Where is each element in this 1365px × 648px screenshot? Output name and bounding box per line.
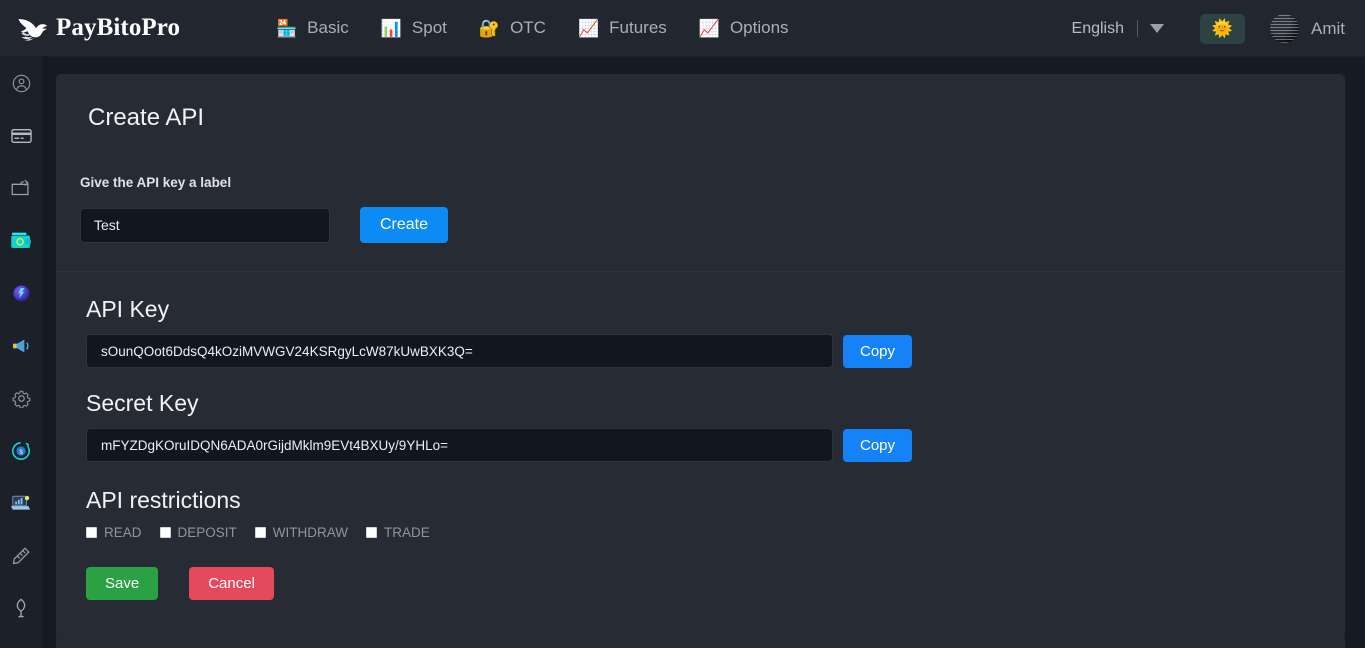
- sidebar-item-profile[interactable]: [0, 57, 42, 110]
- save-button[interactable]: Save: [86, 567, 159, 600]
- checkbox-label-deposit: DEPOSIT: [177, 525, 237, 540]
- nav-label-otc: OTC: [510, 18, 546, 37]
- api-key-input[interactable]: [86, 334, 833, 368]
- secret-key-title: Secret Key: [86, 390, 199, 416]
- sidebar-item-cards[interactable]: [0, 110, 42, 163]
- chevron-down-icon[interactable]: [1150, 24, 1164, 33]
- language-label: English: [1071, 19, 1124, 37]
- checkbox-label-withdraw: WITHDRAW: [272, 525, 349, 540]
- credit-card-icon: [10, 128, 32, 143]
- otc-lock-icon: 🔐: [478, 18, 501, 38]
- share-folder-icon: [11, 180, 29, 196]
- pencil-ruler-icon: [12, 547, 30, 565]
- nav-item-spot[interactable]: 📊 Spot: [381, 18, 447, 38]
- app-header: PayBitoPro 🏪 Basic 📊 Spot 🔐 OTC 📈 Future…: [0, 0, 1365, 57]
- sidebar-item-transfer[interactable]: [0, 162, 42, 215]
- nav-label-futures: Futures: [609, 18, 667, 37]
- checkbox-box-withdraw[interactable]: [254, 527, 266, 538]
- nav-item-otc[interactable]: 🔐 OTC: [479, 18, 546, 38]
- brand-logo-link[interactable]: PayBitoPro: [17, 14, 192, 42]
- sidebar-item-settings[interactable]: [0, 372, 42, 425]
- secret-key-input[interactable]: [86, 428, 833, 462]
- form-actions: Save Cancel: [86, 567, 1345, 600]
- svg-text:$: $: [19, 449, 23, 456]
- nav-item-basic[interactable]: 🏪 Basic: [276, 18, 349, 38]
- sidebar-item-reports[interactable]: [0, 477, 42, 530]
- nav-label-spot: Spot: [411, 18, 447, 37]
- user-menu[interactable]: Amit: [1270, 14, 1345, 43]
- theme-toggle-button[interactable]: 🌞: [1200, 13, 1245, 44]
- sidebar-item-wallet[interactable]: [0, 215, 42, 268]
- api-label-field-label: Give the API key a label: [80, 175, 232, 190]
- checkbox-box-deposit[interactable]: [159, 527, 171, 538]
- sidebar-item-api[interactable]: [0, 530, 42, 583]
- api-restrictions-checkbox-group: READ DEPOSIT WITHDRAW TRADE: [86, 525, 1345, 540]
- market-basic-icon: 🏪: [276, 18, 298, 38]
- bird-logo-icon: [18, 19, 48, 41]
- candlestick-spot-icon: 📊: [380, 18, 402, 38]
- sun-icon: 🌞: [1211, 19, 1234, 38]
- sidebar-item-token[interactable]: [0, 267, 42, 320]
- left-sidebar: $: [0, 57, 42, 648]
- megaphone-icon: [12, 339, 28, 353]
- checkbox-read[interactable]: READ: [86, 525, 142, 540]
- nav-item-futures[interactable]: 📈 Futures: [578, 18, 667, 38]
- copy-secret-key-button[interactable]: Copy: [843, 428, 913, 462]
- checkbox-box-read[interactable]: [86, 527, 97, 538]
- api-label-field-row: Create: [80, 207, 1345, 243]
- user-circle-icon: [12, 74, 30, 92]
- coin-refresh-icon: $: [12, 441, 30, 460]
- create-button[interactable]: Create: [360, 207, 449, 243]
- lamp-idea-icon: [16, 598, 26, 618]
- primary-nav: 🏪 Basic 📊 Spot 🔐 OTC 📈 Futures 📈 Options: [276, 18, 821, 38]
- avatar: [1270, 14, 1299, 43]
- secret-key-row: Copy: [86, 428, 1345, 462]
- main-content: Create API Give the API key a label Crea…: [42, 57, 1365, 648]
- checkbox-label-trade: TRADE: [384, 525, 430, 540]
- nav-item-options[interactable]: 📈 Options: [699, 18, 789, 38]
- sidebar-item-insights[interactable]: [0, 582, 42, 635]
- card-header-section: Create API Give the API key a label Crea…: [56, 74, 1345, 272]
- api-restrictions-title: API restrictions: [86, 487, 241, 513]
- header-right-controls: English 🌞 Amit: [1072, 0, 1365, 57]
- gear-icon: [12, 390, 30, 408]
- card-body-section: API Key Copy Secret Key Copy API restric…: [56, 272, 1345, 638]
- nav-label-basic: Basic: [307, 18, 349, 37]
- purple-orb-icon: [13, 285, 29, 302]
- brand-name: PayBitoPro: [56, 14, 181, 41]
- api-key-row: Copy: [86, 334, 1345, 368]
- page-title: Create API: [88, 104, 205, 131]
- api-key-title: API Key: [86, 296, 170, 322]
- divider: [1137, 20, 1138, 37]
- checkbox-box-trade[interactable]: [366, 527, 378, 538]
- copy-api-key-button[interactable]: Copy: [843, 334, 913, 368]
- sidebar-item-staking[interactable]: $: [0, 425, 42, 478]
- checkbox-label-read: READ: [104, 525, 142, 540]
- laptop-chart-icon: [10, 495, 31, 510]
- options-chart-icon: 📈: [698, 18, 720, 38]
- cancel-button[interactable]: Cancel: [189, 567, 274, 600]
- futures-chart-icon: 📈: [577, 18, 600, 38]
- create-api-card: Create API Give the API key a label Crea…: [56, 74, 1345, 638]
- checkbox-withdraw[interactable]: WITHDRAW: [254, 525, 349, 540]
- checkbox-deposit[interactable]: DEPOSIT: [159, 525, 237, 540]
- wallet-coin-icon: [11, 232, 31, 249]
- sidebar-item-announcement[interactable]: [0, 320, 42, 373]
- checkbox-trade[interactable]: TRADE: [366, 525, 430, 540]
- nav-label-options: Options: [729, 18, 789, 37]
- api-label-input[interactable]: [80, 207, 330, 243]
- language-selector[interactable]: English: [1072, 20, 1164, 38]
- secondary-card: [56, 633, 1345, 648]
- user-name: Amit: [1311, 18, 1345, 38]
